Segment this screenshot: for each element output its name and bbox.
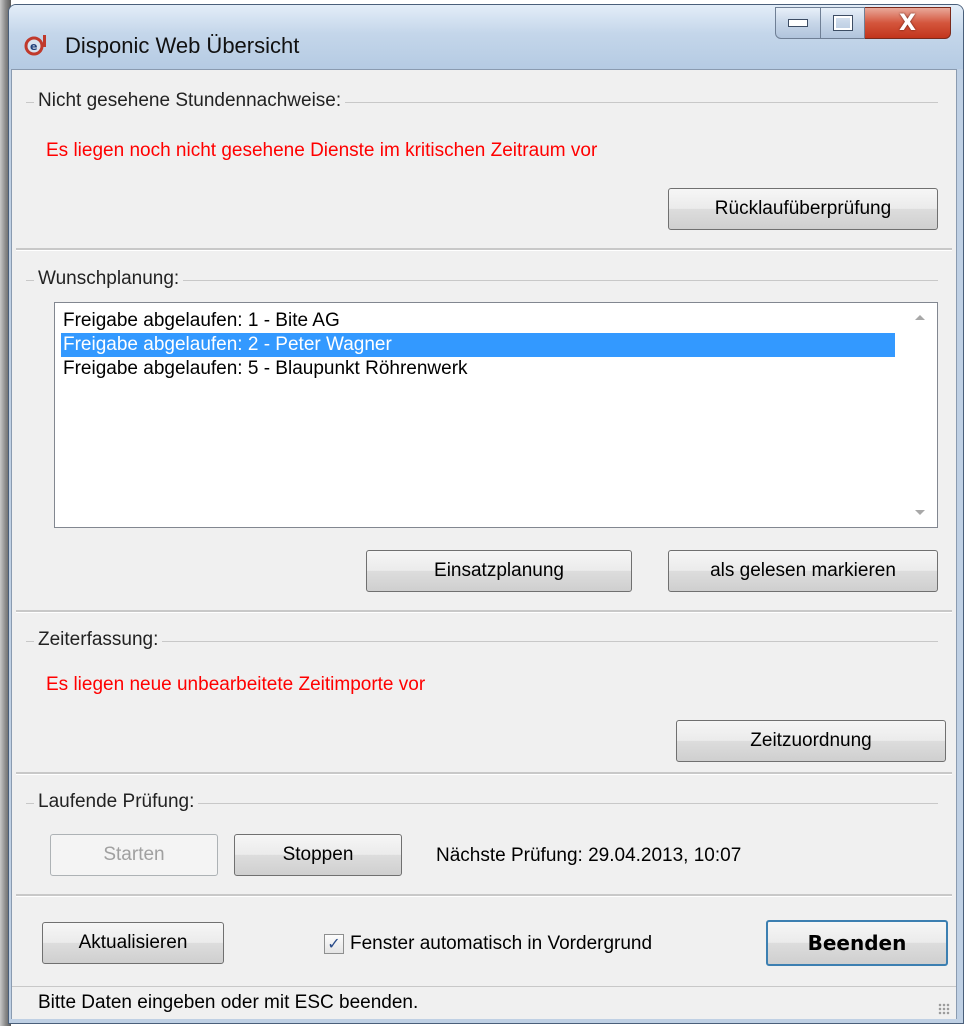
- close-icon: X: [899, 10, 916, 36]
- maximize-button[interactable]: [821, 7, 865, 39]
- warning-stundennachweise: Es liegen noch nicht gesehene Dienste im…: [46, 140, 598, 161]
- group-label-pruefung: Laufende Prüfung:: [34, 791, 199, 813]
- section-divider: [16, 894, 952, 897]
- group-wunschplanung: Wunschplanung:: [26, 268, 938, 291]
- section-divider: [16, 772, 952, 775]
- start-button[interactable]: Starten: [50, 834, 218, 876]
- mark-read-button[interactable]: als gelesen markieren: [668, 550, 938, 592]
- main-window: e Disponic Web Übersicht X Nicht gesehen…: [8, 4, 964, 1024]
- status-text: Bitte Daten eingeben oder mit ESC beende…: [38, 992, 419, 1013]
- refresh-button[interactable]: Aktualisieren: [42, 922, 224, 964]
- einsatzplanung-button[interactable]: Einsatzplanung: [366, 550, 632, 592]
- title-bar[interactable]: e Disponic Web Übersicht X: [9, 5, 963, 69]
- scroll-up-icon[interactable]: [915, 315, 925, 320]
- section-divider: [16, 248, 952, 251]
- minimize-icon: [788, 19, 808, 27]
- close-button[interactable]: X: [865, 7, 951, 39]
- list-item[interactable]: Freigabe abgelaufen: 5 - Blaupunkt Röhre…: [61, 357, 470, 381]
- next-check-text: Nächste Prüfung: 29.04.2013, 10:07: [436, 845, 742, 866]
- checkmark-icon: ✓: [327, 934, 341, 953]
- foreground-checkbox-label[interactable]: Fenster automatisch in Vordergrund: [350, 933, 652, 955]
- app-logo-icon: e: [24, 35, 46, 56]
- foreground-checkbox[interactable]: ✓: [324, 934, 344, 954]
- group-label-wunschplanung: Wunschplanung:: [34, 268, 184, 290]
- window-title: Disponic Web Übersicht: [65, 33, 300, 58]
- scroll-down-icon[interactable]: [915, 510, 925, 515]
- list-item[interactable]: Freigabe abgelaufen: 1 - Bite AG: [61, 309, 342, 333]
- group-laufende-pruefung: Laufende Prüfung:: [26, 791, 938, 814]
- status-bar: Bitte Daten eingeben oder mit ESC beende…: [12, 986, 956, 1019]
- vertical-scrollbar[interactable]: [905, 303, 937, 527]
- group-label-stundennachweise: Nicht gesehene Stundennachweise:: [34, 90, 346, 112]
- minimize-button[interactable]: [775, 7, 821, 39]
- group-zeiterfassung: Zeiterfassung:: [26, 629, 938, 652]
- client-area: Nicht gesehene Stundennachweise: Es lieg…: [11, 69, 957, 1019]
- quit-button[interactable]: Beenden: [766, 920, 948, 966]
- resize-grip-icon[interactable]: [938, 1003, 950, 1015]
- list-item-selected[interactable]: Freigabe abgelaufen: 2 - Peter Wagner: [61, 333, 895, 357]
- warning-zeiterfassung: Es liegen neue unbearbeitete Zeitimporte…: [46, 674, 426, 695]
- ruecklauf-button[interactable]: Rücklaufüberprüfung: [668, 188, 938, 230]
- section-divider: [16, 610, 952, 613]
- stop-button[interactable]: Stoppen: [234, 834, 402, 876]
- caption-buttons: X: [775, 7, 951, 43]
- wunsch-listbox[interactable]: Freigabe abgelaufen: 1 - Bite AG Freigab…: [54, 302, 938, 528]
- group-label-zeiterfassung: Zeiterfassung:: [34, 629, 163, 651]
- svg-text:e: e: [30, 40, 37, 53]
- zeitzuordnung-button[interactable]: Zeitzuordnung: [676, 720, 946, 762]
- maximize-icon: [832, 15, 853, 31]
